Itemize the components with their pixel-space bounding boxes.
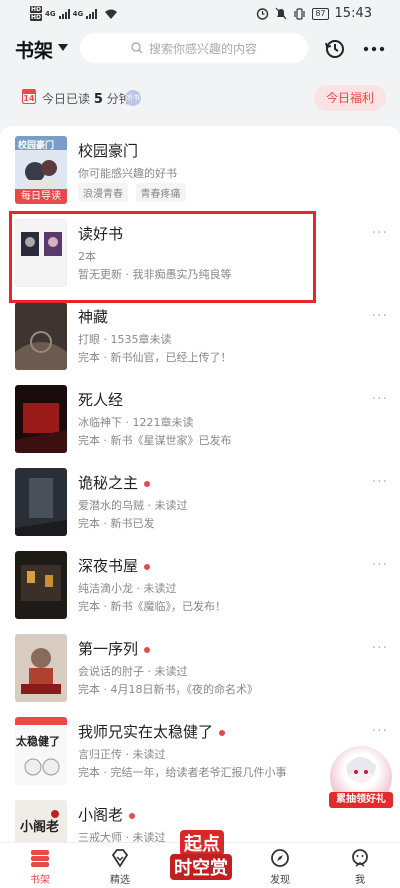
center-promo-logo[interactable]: 起点 时空赏 <box>168 830 236 886</box>
more-options-icon[interactable] <box>362 37 386 61</box>
cover-title: 太稳健了 <box>16 735 60 748</box>
profile-icon <box>352 849 368 867</box>
list-item[interactable]: 诡秘之主 爱潜水的乌贼 · 未读过 完本 · 新书已发 ··· <box>0 458 400 541</box>
tab-featured[interactable]: 精选 <box>90 847 150 886</box>
page-title[interactable]: 书架 <box>15 36 53 63</box>
book-author: 冰临神下 · 1221章未读 <box>78 416 194 429</box>
list-item[interactable]: 死人经 冰临神下 · 1221章未读 完本 · 新书《星谋世家》已发布 ··· <box>0 375 400 458</box>
book-subtitle: 你可能感兴趣的好书 <box>78 167 177 180</box>
book-author: 三戒大师 · 未读过 <box>78 831 166 842</box>
signal-icon-2 <box>86 9 98 19</box>
tab-discover[interactable]: 发现 <box>250 847 310 886</box>
update-dot <box>219 729 226 736</box>
book-update: 完本 · 4月18日新书，《夜的命名术》 <box>78 683 258 696</box>
reading-summary: 14 今日已读 5 分钟 听书 今日福利 <box>0 82 400 114</box>
network-type-1: 4G <box>45 10 56 18</box>
list-item[interactable]: 深夜书屋 纯洁滴小龙 · 未读过 完本 · 新书《魔临》，已发布！ ··· <box>0 541 400 624</box>
chevron-down-icon[interactable] <box>58 44 68 51</box>
book-cover <box>15 717 67 785</box>
nav-label: 我 <box>355 875 365 886</box>
book-title: 我师兄实在太稳健了 <box>78 721 226 742</box>
more-icon[interactable]: ··· <box>372 391 388 407</box>
book-author: 打眼 · 1535章未读 <box>78 333 172 346</box>
book-cover <box>15 551 67 619</box>
book-update: 完本 · 新书已发 <box>78 517 155 530</box>
book-title: 死人经 <box>78 391 124 409</box>
cover-title: 校园豪门 <box>18 141 55 151</box>
status-right: 87 15:43 <box>256 6 372 21</box>
list-item[interactable]: 校园豪门 每日导读 校园豪门 你可能感兴趣的好书 浪漫青春 青春疼痛 <box>0 126 400 209</box>
list-item[interactable]: 神藏 打眼 · 1535章未读 完本 · 新书仙官，已经上传了！ ··· <box>0 292 400 375</box>
update-dot <box>144 480 151 487</box>
more-icon[interactable]: ··· <box>372 640 388 656</box>
highlight-box <box>9 211 316 303</box>
more-icon[interactable]: ··· <box>372 557 388 573</box>
signal-indicators: HD HD 4G 4G <box>30 6 118 22</box>
tab-bookshelf[interactable]: 书架 <box>10 847 70 886</box>
search-placeholder: 搜索你感兴趣的内容 <box>148 41 257 56</box>
cover-title: 小阁老 <box>20 820 60 835</box>
promo-logo-line1: 起点 <box>180 830 224 856</box>
update-dot <box>144 563 151 570</box>
book-title: 深夜书屋 <box>78 555 151 576</box>
mute-icon <box>275 7 287 20</box>
promo-label[interactable]: 累抽领好礼 <box>329 792 393 808</box>
search-input[interactable]: 搜索你感兴趣的内容 <box>80 33 308 63</box>
diamond-icon <box>111 849 129 868</box>
more-icon[interactable]: ··· <box>372 308 388 324</box>
promo-logo-line2: 时空赏 <box>170 854 232 880</box>
vibrate-icon <box>294 7 305 20</box>
more-icon[interactable]: ··· <box>372 723 388 739</box>
book-update: 完本 · 完结一年，给读者老爷汇报几件小事 <box>78 766 287 779</box>
book-update: 完本 · 新书仙官，已经上传了！ <box>78 351 232 364</box>
book-title: 神藏 <box>78 308 109 326</box>
book-author: 纯洁滴小龙 · 未读过 <box>78 582 177 595</box>
calendar-icon: 14 <box>22 89 36 104</box>
compass-icon <box>271 849 289 867</box>
bookshelf-list: 校园豪门 每日导读 校园豪门 你可能感兴趣的好书 浪漫青春 青春疼痛 读好书 2… <box>0 126 400 842</box>
book-title: 诡秘之主 <box>78 472 151 493</box>
book-author: 言归正传 · 未读过 <box>78 748 166 761</box>
daily-guide-badge: 每日导读 <box>15 189 67 204</box>
tag[interactable]: 青春疼痛 <box>135 183 186 202</box>
listen-badge[interactable]: 听书 <box>125 90 141 106</box>
alarm-icon <box>257 8 269 20</box>
search-icon <box>131 42 143 54</box>
book-update: 完本 · 新书《星谋世家》已发布 <box>78 434 232 447</box>
book-cover <box>15 634 67 702</box>
more-icon[interactable]: ··· <box>372 225 388 241</box>
reading-time[interactable]: 今日已读 5 分钟 <box>42 90 131 107</box>
book-title: 第一序列 <box>78 638 151 659</box>
nav-label: 书架 <box>30 875 50 886</box>
network-type-2: 4G <box>72 10 84 18</box>
bookshelf-icon <box>31 850 49 867</box>
history-icon[interactable] <box>323 37 347 61</box>
book-author: 会说话的肘子 · 未读过 <box>78 665 188 678</box>
nav-label: 发现 <box>270 875 290 886</box>
book-title: 校园豪门 <box>78 142 139 160</box>
book-cover <box>15 302 67 370</box>
battery-icon: 87 <box>312 7 329 20</box>
book-title: 小阁老 <box>78 804 136 825</box>
nav-label: 精选 <box>110 875 130 886</box>
app-header: 书架 搜索你感兴趣的内容 <box>0 28 400 72</box>
signal-icon <box>58 9 70 19</box>
book-author: 爱潜水的乌贼 · 未读过 <box>78 499 188 512</box>
clock: 15:43 <box>334 6 372 21</box>
book-tags: 浪漫青春 青春疼痛 <box>78 183 190 202</box>
update-dot <box>144 646 151 653</box>
tab-me[interactable]: 我 <box>330 847 390 886</box>
book-update: 完本 · 新书《魔临》，已发布！ <box>78 600 226 613</box>
update-dot <box>129 812 136 819</box>
more-icon[interactable]: ··· <box>372 474 388 490</box>
wifi-icon <box>105 9 118 19</box>
book-cover <box>15 385 67 453</box>
sim-icon: HD HD <box>30 6 43 21</box>
tag[interactable]: 浪漫青春 <box>78 183 128 202</box>
daily-welfare-button[interactable]: 今日福利 <box>314 85 386 111</box>
list-item[interactable]: 第一序列 会说话的肘子 · 未读过 完本 · 4月18日新书，《夜的命名术》 ·… <box>0 624 400 707</box>
book-cover <box>15 468 67 536</box>
status-bar: HD HD 4G 4G 87 15:43 <box>0 0 400 28</box>
